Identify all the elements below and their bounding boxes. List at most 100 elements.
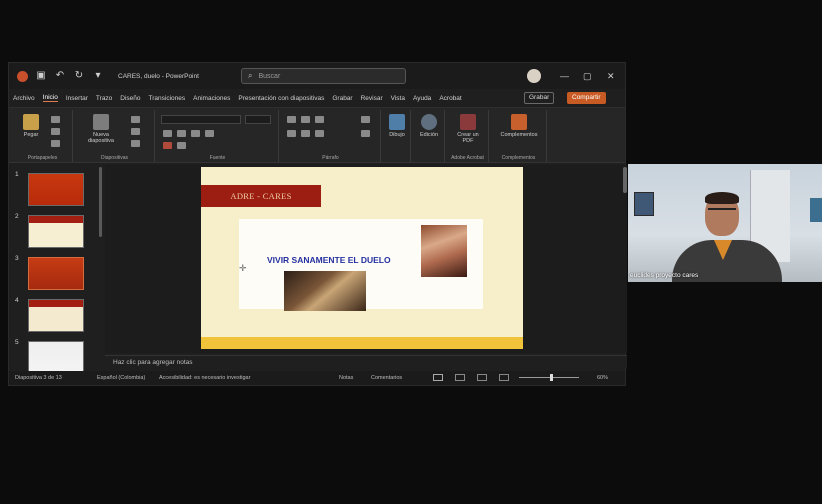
- copy-icon[interactable]: [51, 128, 60, 135]
- slide-thumbnail-3[interactable]: [28, 257, 84, 290]
- editing-button[interactable]: Edición: [415, 114, 443, 138]
- accessibility-status[interactable]: Accesibilidad: es necesario investigar: [159, 375, 250, 381]
- language-indicator[interactable]: Español (Colombia): [97, 375, 145, 381]
- tab-diseno[interactable]: Diseño: [120, 95, 140, 102]
- minimize-button[interactable]: —: [560, 70, 569, 82]
- group-paragraph: Párrafo: [281, 110, 381, 162]
- close-button[interactable]: ✕: [607, 70, 615, 82]
- thumbnails-scrollbar[interactable]: [99, 167, 102, 237]
- record-button[interactable]: Grabar: [524, 92, 555, 104]
- zoom-level[interactable]: 60%: [597, 375, 608, 381]
- tab-transiciones[interactable]: Transiciones: [149, 95, 186, 102]
- tab-inicio[interactable]: Inicio: [42, 94, 58, 102]
- slide-thumbnail-4[interactable]: [28, 299, 84, 332]
- numbering-icon[interactable]: [301, 116, 310, 123]
- paste-label: Pegar: [23, 132, 39, 138]
- search-icon: ⌕: [248, 71, 253, 80]
- title-bar: ▣ ↶ ↻ ▾ CARES, duelo - PowerPoint ⌕ Busc…: [9, 63, 625, 89]
- create-pdf-label: Crear un PDF: [457, 132, 479, 144]
- tab-vista[interactable]: Vista: [391, 95, 405, 102]
- slide-thumbnail-1[interactable]: [28, 173, 84, 206]
- participant-glasses: [708, 208, 736, 214]
- wall-picture: [810, 198, 822, 222]
- group-label-slides: Diapositivas: [101, 155, 128, 161]
- powerpoint-logo-icon: [17, 70, 28, 82]
- slide-footer-band: [201, 337, 523, 349]
- font-family-select[interactable]: [161, 115, 241, 124]
- reset-icon[interactable]: [131, 128, 140, 135]
- text-direction-icon[interactable]: [361, 116, 370, 123]
- thumbnail-number: 3: [15, 255, 19, 262]
- customize-toolbar-icon[interactable]: ▾: [92, 70, 104, 82]
- grieving-woman-image: [421, 225, 467, 277]
- slide-thumbnail-2[interactable]: [28, 215, 84, 248]
- font-size-select[interactable]: [245, 115, 271, 124]
- notes-pane[interactable]: Haz clic para agregar notas: [105, 355, 627, 369]
- notes-button[interactable]: Notas: [339, 375, 353, 381]
- align-center-icon[interactable]: [301, 130, 310, 137]
- thumbnail-number: 4: [15, 297, 19, 304]
- tab-grabar[interactable]: Grabar: [332, 95, 352, 102]
- zoom-slider-thumb[interactable]: [550, 374, 553, 381]
- status-bar: Diapositiva 3 de 13 Español (Colombia) A…: [9, 371, 625, 385]
- slide-thumbnails-panel: 1 2 3 4 5: [9, 165, 101, 374]
- redo-icon[interactable]: ↻: [73, 70, 85, 82]
- slide-scrollbar[interactable]: [623, 167, 627, 193]
- search-box[interactable]: ⌕ Buscar: [241, 68, 406, 84]
- tab-archivo[interactable]: Archivo: [13, 95, 35, 102]
- mouse-cursor-icon: ✛: [239, 263, 247, 273]
- font-color-icon[interactable]: [163, 142, 172, 149]
- group-adobe: Crear un PDF Adobe Acrobat: [447, 110, 489, 162]
- italic-icon[interactable]: [177, 130, 186, 137]
- group-draw: Dibujo: [383, 110, 411, 162]
- tab-trazo[interactable]: Trazo: [96, 95, 112, 102]
- bullets-icon[interactable]: [287, 116, 296, 123]
- slide-thumbnail-5[interactable]: [28, 341, 84, 374]
- underline-icon[interactable]: [191, 130, 200, 137]
- cut-icon[interactable]: [51, 116, 60, 123]
- bold-icon[interactable]: [163, 130, 172, 137]
- tab-acrobat[interactable]: Acrobat: [439, 95, 461, 102]
- participant-name: euclides proyecto cares: [630, 272, 699, 279]
- tab-presentacion[interactable]: Presentación con diapositivas: [238, 95, 324, 102]
- tab-ayuda[interactable]: Ayuda: [413, 95, 431, 102]
- align-right-icon[interactable]: [315, 130, 324, 137]
- slide-sorter-icon[interactable]: [455, 374, 465, 381]
- create-pdf-button[interactable]: Crear un PDF: [453, 114, 483, 144]
- zoom-slider[interactable]: [519, 377, 579, 378]
- align-left-icon[interactable]: [287, 130, 296, 137]
- ribbon: Pegar Portapapeles Nueva diapositiva Dia…: [9, 107, 625, 163]
- tab-insertar[interactable]: Insertar: [66, 95, 88, 102]
- addins-button[interactable]: Complementos: [495, 114, 543, 138]
- powerpoint-window: ▣ ↶ ↻ ▾ CARES, duelo - PowerPoint ⌕ Busc…: [8, 62, 627, 386]
- group-label-adobe: Adobe Acrobat: [451, 155, 484, 161]
- normal-view-icon[interactable]: [433, 374, 443, 381]
- draw-button[interactable]: Dibujo: [385, 114, 409, 138]
- smartart-icon[interactable]: [361, 130, 370, 137]
- indent-icon[interactable]: [315, 116, 324, 123]
- user-avatar[interactable]: [527, 69, 541, 83]
- strikethrough-icon[interactable]: [205, 130, 214, 137]
- share-button[interactable]: Compartir: [567, 92, 606, 104]
- reading-view-icon[interactable]: [477, 374, 487, 381]
- new-slide-button[interactable]: Nueva diapositiva: [81, 114, 121, 144]
- format-painter-icon[interactable]: [51, 140, 60, 147]
- comments-button[interactable]: Comentarios: [371, 375, 402, 381]
- save-icon[interactable]: ▣: [35, 70, 47, 82]
- section-icon[interactable]: [131, 140, 140, 147]
- tab-animaciones[interactable]: Animaciones: [193, 95, 230, 102]
- paste-button[interactable]: Pegar: [17, 114, 45, 138]
- maximize-button[interactable]: ▢: [583, 70, 592, 82]
- participant-video-tile: euclides proyecto cares: [628, 164, 822, 282]
- tab-revisar[interactable]: Revisar: [361, 95, 383, 102]
- layout-icon[interactable]: [131, 116, 140, 123]
- undo-icon[interactable]: ↶: [54, 70, 66, 82]
- screen-share-stage: ▣ ↶ ↻ ▾ CARES, duelo - PowerPoint ⌕ Busc…: [0, 0, 822, 504]
- highlight-icon[interactable]: [177, 142, 186, 149]
- draw-label: Dibujo: [389, 132, 405, 138]
- wall-picture: [634, 192, 654, 216]
- current-slide[interactable]: ADRE - CARES VIVIR SANAMENTE EL DUELO: [201, 167, 523, 349]
- editing-label: Edición: [419, 132, 439, 138]
- slideshow-icon[interactable]: [499, 374, 509, 381]
- participant-hair: [705, 192, 739, 204]
